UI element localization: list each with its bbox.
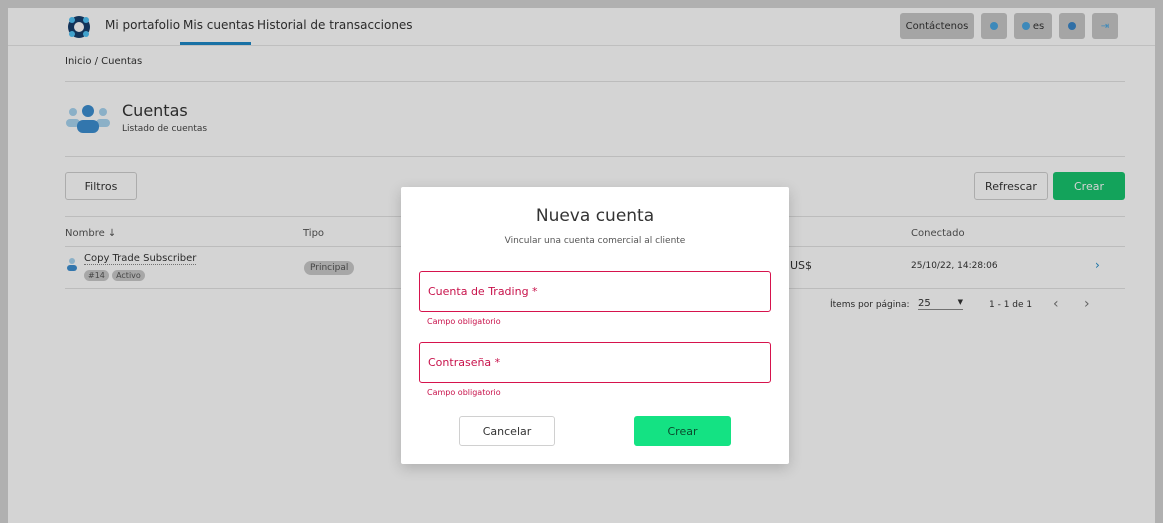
new-account-dialog: Nueva cuenta Vincular una cuenta comerci… bbox=[401, 187, 789, 464]
dialog-subtitle: Vincular una cuenta comercial al cliente bbox=[504, 236, 686, 246]
cancel-button[interactable]: Cancelar bbox=[459, 416, 555, 446]
dialog-create-button[interactable]: Crear bbox=[634, 416, 731, 446]
password-error: Campo obligatorio bbox=[427, 388, 501, 397]
dialog-create-label: Crear bbox=[667, 424, 698, 438]
trading-account-error: Campo obligatorio bbox=[427, 317, 501, 326]
trading-account-label: Cuenta de Trading * bbox=[428, 285, 538, 298]
password-field[interactable]: Contraseña * bbox=[419, 342, 771, 383]
dialog-title: Nueva cuenta bbox=[535, 206, 655, 226]
cancel-label: Cancelar bbox=[482, 424, 532, 438]
trading-account-field[interactable]: Cuenta de Trading * bbox=[419, 271, 771, 312]
password-label: Contraseña * bbox=[428, 356, 501, 369]
